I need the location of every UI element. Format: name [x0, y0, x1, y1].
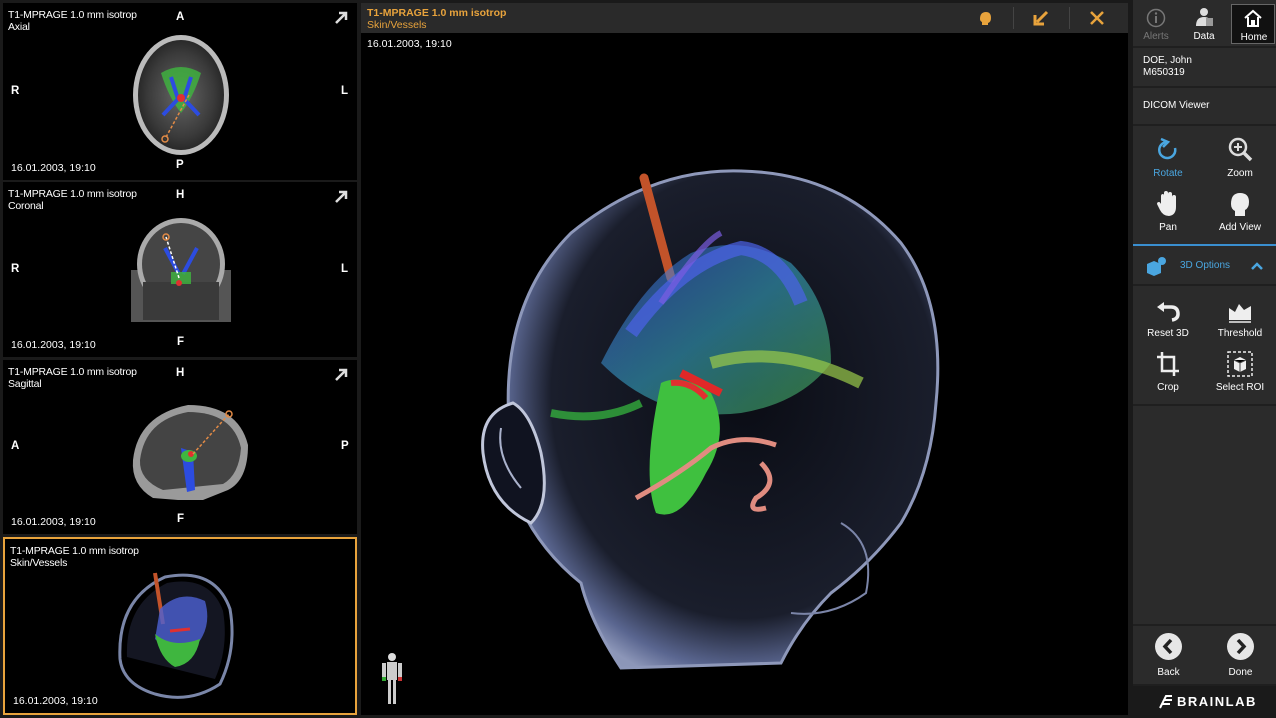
home-button[interactable]: Home: [1231, 4, 1275, 44]
info-icon: [1146, 8, 1166, 28]
orientation-left: A: [11, 440, 20, 452]
thumbnail-date: 16.01.2003, 19:10: [11, 162, 96, 174]
chevron-right-icon: [1236, 638, 1247, 655]
roi-cube-icon: [1227, 351, 1253, 377]
sidebar-empty-area: [1133, 406, 1276, 624]
thumbnail-title: T1-MPRAGE 1.0 mm isotrop Axial: [8, 9, 137, 33]
expand-arrow-icon[interactable]: [333, 10, 349, 26]
close-icon: [1090, 11, 1104, 25]
close-button[interactable]: [1077, 3, 1117, 33]
back-button[interactable]: Back: [1133, 626, 1204, 684]
thumbnail-date: 16.01.2003, 19:10: [13, 695, 98, 707]
orientation-bottom: P: [176, 159, 184, 171]
reset-3d-button[interactable]: Reset 3D: [1133, 290, 1203, 342]
thumbnail-axial[interactable]: T1-MPRAGE 1.0 mm isotrop Axial A P R L 16…: [3, 3, 357, 180]
orientation-bottom: F: [177, 513, 185, 525]
chevron-left-icon: [1162, 638, 1173, 655]
threshold-button[interactable]: Threshold: [1205, 290, 1275, 342]
orientation-right: P: [341, 440, 349, 452]
3d-options-icon: [1147, 257, 1166, 276]
patient-id: M650319: [1143, 67, 1185, 78]
patient-name: DOE, John: [1143, 55, 1192, 66]
zoom-icon: [1228, 137, 1253, 162]
pan-button[interactable]: Pan: [1133, 184, 1203, 236]
thumbnail-title: T1-MPRAGE 1.0 mm isotrop Coronal: [8, 188, 137, 212]
head-icon: [980, 12, 991, 25]
add-view-head-icon: [1231, 193, 1249, 216]
view-tools: Rotate Zoom Pan Add View: [1133, 126, 1276, 244]
3d-options-toggle[interactable]: 3D Options: [1133, 244, 1276, 284]
3d-head-render[interactable]: [361, 3, 1128, 715]
chevron-up-icon: [1251, 262, 1263, 270]
viewer-label[interactable]: DICOM Viewer: [1133, 88, 1276, 124]
expand-arrow-icon[interactable]: [333, 367, 349, 383]
3d-options-panel: Reset 3D Threshold Crop Select ROI: [1133, 286, 1276, 404]
done-button[interactable]: Done: [1205, 626, 1276, 684]
undo-icon: [1157, 302, 1180, 322]
add-view-button[interactable]: Add View: [1205, 184, 1275, 236]
data-button[interactable]: Data: [1182, 4, 1226, 44]
home-icon: [1244, 9, 1262, 27]
head-view-button[interactable]: [965, 3, 1005, 33]
orientation-right: L: [341, 263, 349, 275]
threshold-icon: [1229, 304, 1251, 323]
viewport-view-title: Skin/Vessels: [367, 19, 427, 31]
zoom-button[interactable]: Zoom: [1205, 130, 1275, 182]
thumbnail-title: T1-MPRAGE 1.0 mm isotrop Sagittal: [8, 366, 137, 390]
header-separator: [1013, 7, 1014, 29]
patient-data-icon: [1196, 8, 1213, 26]
thumbnail-date: 16.01.2003, 19:10: [11, 339, 96, 351]
hand-icon: [1157, 191, 1176, 216]
patient-info[interactable]: DOE, John M650319: [1133, 48, 1276, 86]
select-roi-button[interactable]: Select ROI: [1205, 344, 1275, 396]
thumbnail-title: T1-MPRAGE 1.0 mm isotrop Skin/Vessels: [10, 545, 139, 569]
alerts-button[interactable]: Alerts: [1134, 4, 1178, 44]
thumbnail-coronal[interactable]: T1-MPRAGE 1.0 mm isotrop Coronal H F R L …: [3, 182, 357, 357]
viewport-date: 16.01.2003, 19:10: [367, 38, 452, 50]
rotate-icon: [1158, 137, 1177, 160]
viewport-series-title: T1-MPRAGE 1.0 mm isotrop: [367, 7, 507, 19]
orientation-right: L: [341, 85, 349, 97]
minimize-icon: [1033, 10, 1049, 26]
orientation-top: A: [176, 11, 185, 23]
header-separator: [1069, 7, 1070, 29]
orientation-left: R: [11, 85, 20, 97]
orientation-figure-icon: [382, 653, 402, 704]
thumbnail-date: 16.01.2003, 19:10: [11, 516, 96, 528]
top-nav-bar: Alerts Data Home: [1133, 0, 1276, 46]
bottom-nav: Back Done: [1133, 626, 1276, 684]
rotate-button[interactable]: Rotate: [1133, 130, 1203, 182]
thumbnail-sagittal[interactable]: T1-MPRAGE 1.0 mm isotrop Sagittal H F A P…: [3, 360, 357, 534]
viewport-header: T1-MPRAGE 1.0 mm isotrop Skin/Vessels: [361, 3, 1128, 33]
brainlab-mark-icon: [1159, 695, 1172, 709]
crop-icon: [1157, 352, 1179, 376]
orientation-bottom: F: [177, 336, 185, 348]
orientation-left: R: [11, 263, 20, 275]
main-3d-viewport[interactable]: T1-MPRAGE 1.0 mm isotrop Skin/Vessels 16…: [361, 3, 1128, 715]
expand-arrow-icon[interactable]: [333, 189, 349, 205]
orientation-top: H: [176, 189, 185, 201]
thumbnail-3d-skin-vessels[interactable]: T1-MPRAGE 1.0 mm isotrop Skin/Vessels 16.…: [3, 537, 357, 715]
back-circle: [1155, 633, 1182, 660]
brainlab-logo: BRAINLAB: [1133, 686, 1276, 718]
right-sidebar: Alerts Data Home DOE, John M650319 DICOM…: [1133, 0, 1276, 718]
orientation-top: H: [176, 367, 185, 379]
done-circle: [1227, 633, 1254, 660]
minimize-button[interactable]: [1021, 3, 1061, 33]
crop-button[interactable]: Crop: [1133, 344, 1203, 396]
